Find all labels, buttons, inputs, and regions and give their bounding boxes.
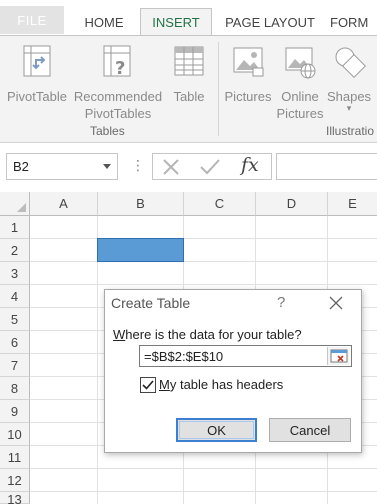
grid-line <box>30 468 377 469</box>
pictures-label: Pictures <box>224 89 272 104</box>
insert-function-button[interactable]: fx <box>241 154 259 176</box>
cancel-button[interactable]: Cancel <box>269 418 351 442</box>
online-pictures-icon <box>283 44 317 80</box>
tab-home[interactable]: HOME <box>72 8 136 36</box>
tab-page-layout[interactable]: PAGE LAYOUT <box>218 8 322 36</box>
pivottable-icon <box>20 44 54 80</box>
close-icon[interactable] <box>325 292 347 314</box>
recommended-pivottables-label: Recommended PivotTables <box>73 89 163 121</box>
collapse-dialog-button[interactable] <box>327 347 349 365</box>
column-header-e[interactable]: E <box>328 192 377 216</box>
grid-line <box>30 491 377 492</box>
column-header-c[interactable]: C <box>184 192 256 216</box>
formula-bar: B2 ⋮ fx <box>0 143 377 189</box>
pictures-button[interactable]: Pictures <box>222 44 274 105</box>
ok-button[interactable]: OK <box>176 418 257 442</box>
row-header[interactable]: 2 <box>0 239 30 262</box>
column-header-d[interactable]: D <box>256 192 328 216</box>
row-header[interactable]: 10 <box>0 423 30 446</box>
select-all-corner[interactable] <box>0 192 30 216</box>
ribbon: PivotTable ? Recommended PivotTables Tab… <box>0 35 377 143</box>
illustrations-group-label: Illustratio <box>326 124 375 138</box>
online-pictures-button[interactable]: Online Pictures <box>274 44 326 122</box>
prompt-accelerator: W <box>113 327 126 342</box>
data-range-input[interactable]: =$B$2:$E$10 <box>139 345 352 367</box>
group-separator <box>218 42 219 136</box>
tab-formulas[interactable]: FORM <box>330 8 377 36</box>
tables-group-label: Tables <box>90 124 125 138</box>
create-table-dialog: Create Table ? Where is the data for you… <box>104 289 362 453</box>
headers-checkbox[interactable] <box>140 377 156 393</box>
row-header[interactable]: 8 <box>0 377 30 400</box>
range-select-icon <box>330 349 348 363</box>
column-header-a[interactable]: A <box>30 192 98 216</box>
table-icon <box>172 44 206 80</box>
row-header[interactable]: 1 <box>0 216 30 239</box>
chevron-down-icon[interactable] <box>103 164 111 169</box>
formula-input[interactable] <box>276 153 377 180</box>
row-header[interactable]: 9 <box>0 400 30 423</box>
grid-line <box>30 261 377 262</box>
checkbox-text: y table has headers <box>169 377 284 392</box>
row-header[interactable]: 11 <box>0 446 30 469</box>
grid-line <box>30 284 377 285</box>
row-header[interactable]: 12 <box>0 469 30 492</box>
data-range-prompt: Where is the data for your table? <box>113 327 302 342</box>
help-button[interactable]: ? <box>277 294 285 311</box>
recommended-pivottables-icon: ? <box>101 44 135 80</box>
pivottable-button[interactable]: PivotTable <box>6 44 68 105</box>
row-header[interactable]: 4 <box>0 285 30 308</box>
row-header[interactable]: 6 <box>0 331 30 354</box>
shapes-icon <box>332 44 367 80</box>
row-header[interactable]: 5 <box>0 308 30 331</box>
svg-text:?: ? <box>115 58 125 79</box>
row-header[interactable]: 13 <box>0 492 30 504</box>
formula-buttons: fx <box>152 153 272 180</box>
dialog-title: Create Table <box>111 295 191 311</box>
tab-file[interactable]: FILE <box>0 6 64 34</box>
grid-line <box>30 238 377 239</box>
pictures-icon <box>231 44 265 80</box>
table-label: Table <box>173 89 205 104</box>
formula-bar-grip-icon[interactable]: ⋮ <box>131 157 145 174</box>
table-button[interactable]: Table <box>166 44 212 105</box>
confirm-entry-icon[interactable] <box>199 158 221 176</box>
checkbox-accelerator: M <box>159 377 170 392</box>
online-pictures-label: Online Pictures <box>276 89 324 121</box>
tab-insert[interactable]: INSERT <box>140 8 212 36</box>
name-box[interactable]: B2 <box>6 153 118 180</box>
headers-checkbox-label[interactable]: My table has headers <box>159 377 283 392</box>
recommended-pivottables-button[interactable]: ? Recommended PivotTables <box>70 44 166 122</box>
selected-cell-b2[interactable] <box>97 238 184 262</box>
column-header-b[interactable]: B <box>98 192 184 216</box>
name-box-value: B2 <box>13 159 29 174</box>
checkmark-icon <box>142 380 154 390</box>
shapes-button[interactable]: Shapes ▾ <box>326 44 372 114</box>
ribbon-tab-bar: FILE HOME INSERT PAGE LAYOUT FORM <box>0 0 377 36</box>
prompt-text: here is the data for your table? <box>125 327 302 342</box>
row-header[interactable]: 3 <box>0 262 30 285</box>
row-header[interactable]: 7 <box>0 354 30 377</box>
shapes-dropdown-icon[interactable]: ▾ <box>347 103 352 114</box>
cancel-entry-icon[interactable] <box>161 158 181 176</box>
pivottable-label: PivotTable <box>7 89 67 104</box>
ok-button-label: OK <box>207 422 226 438</box>
